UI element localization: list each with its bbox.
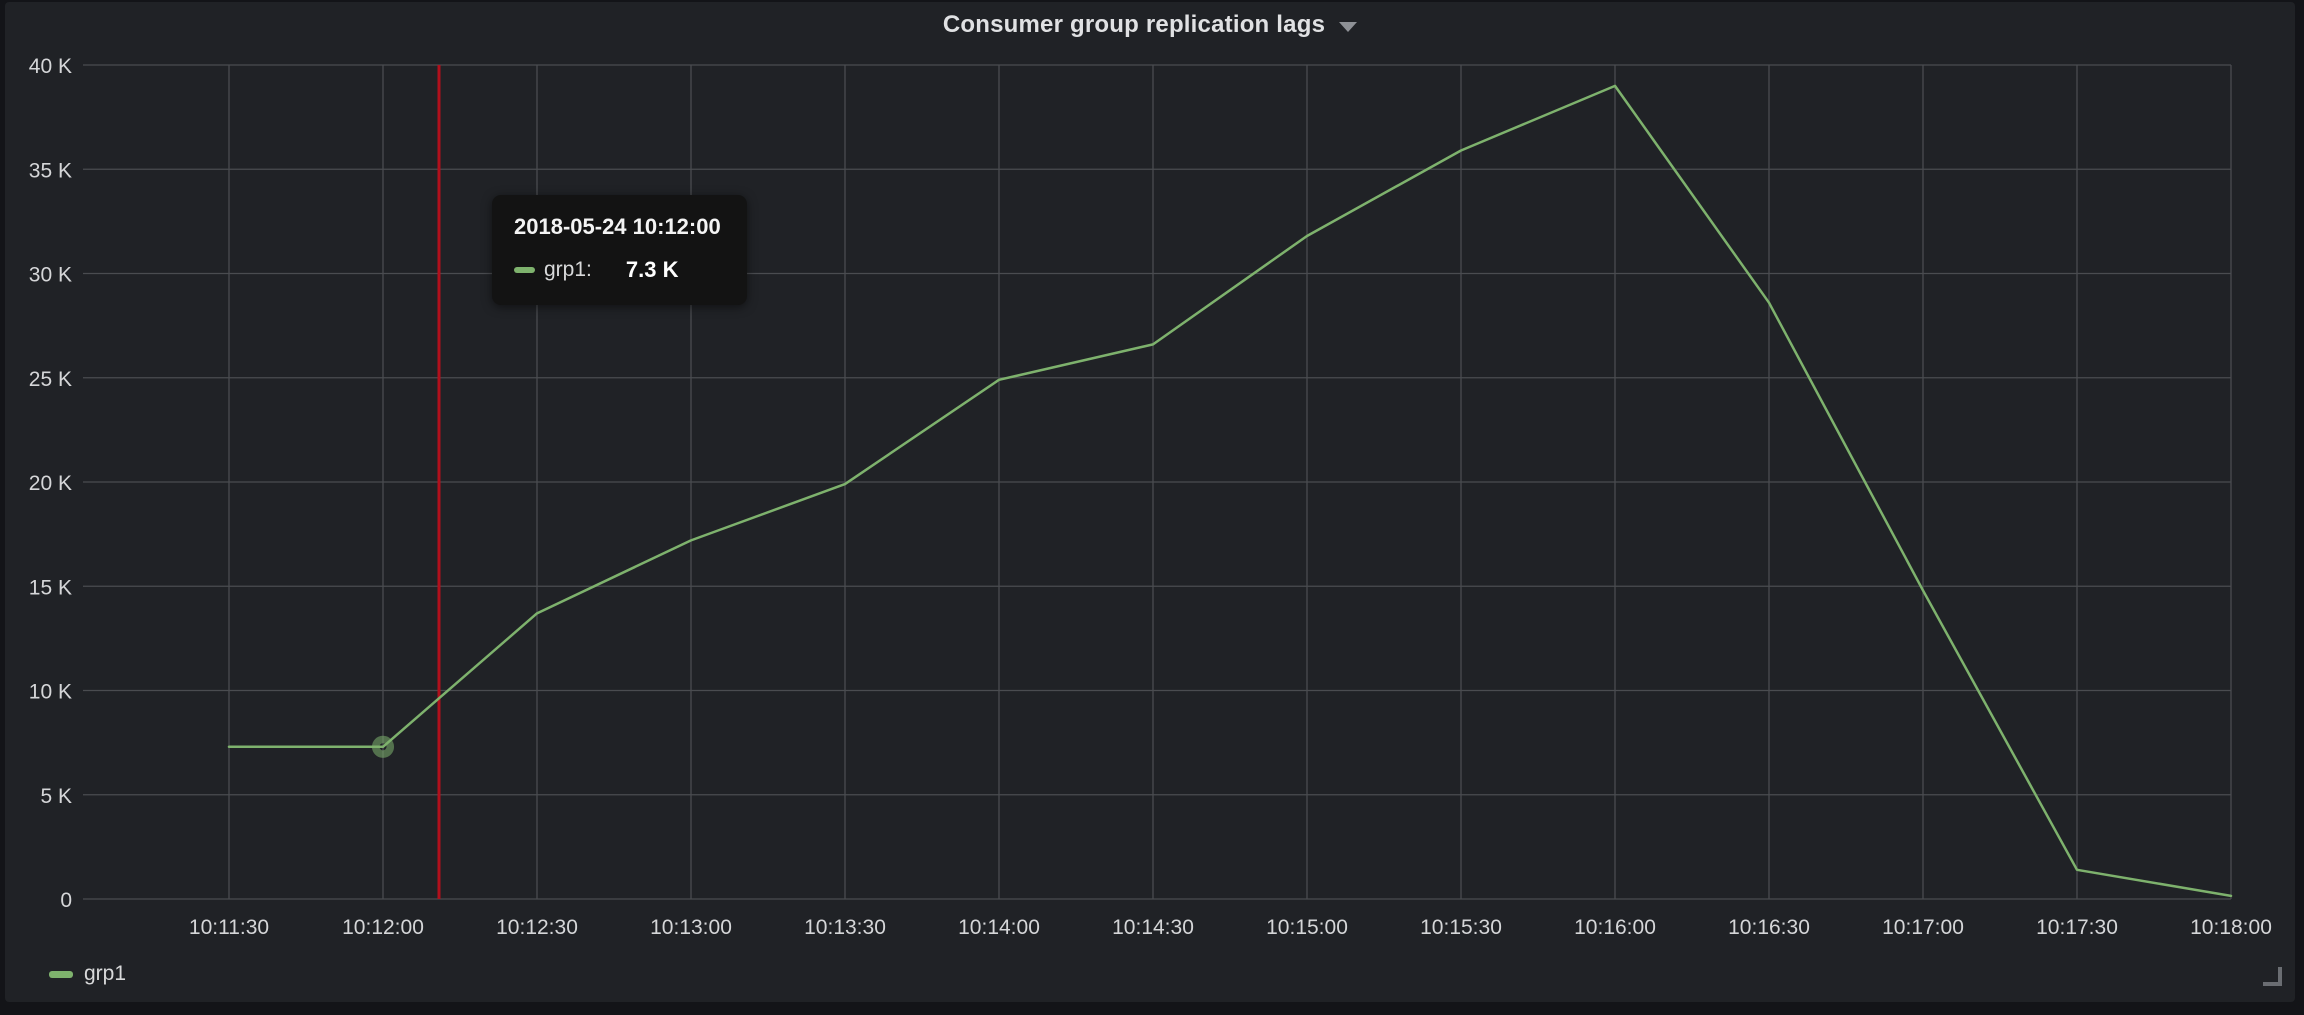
y-axis-tick-label: 30 K [29,264,72,287]
x-axis-tick-label: 10:13:30 [804,916,886,939]
panel-resize-handle[interactable] [2263,967,2282,986]
x-axis-tick-label: 10:15:30 [1420,916,1502,939]
x-axis-tick-label: 10:16:30 [1728,916,1810,939]
time-series-chart[interactable]: 0 5 K 10 K 15 K 20 K 25 K 30 K 35 K 40 K 10:11:30… [5,2,2304,1015]
y-axis-tick-label: 35 K [29,159,72,182]
graph-tooltip: 2018-05-24 10:12:00 grp1: 7.3 K [492,195,747,305]
x-axis-tick-label: 10:14:30 [1112,916,1194,939]
dashboard-page: Consumer group replication lags 05 K10 K… [0,0,2304,1013]
x-axis-tick-label: 10:12:30 [496,916,578,939]
y-axis-tick-label: 20 K [29,472,72,495]
x-axis-tick-label: 10:18:00 [2190,916,2272,939]
y-axis-tick-label: 40 K [29,55,72,78]
x-axis-tick-label: 10:13:00 [650,916,732,939]
legend-series-label[interactable]: grp1 [84,962,126,986]
x-axis-tick-label: 10:11:30 [189,916,269,939]
graph-panel: Consumer group replication lags 05 K10 K… [5,2,2295,1002]
tooltip-value: 7.3 K [626,257,679,283]
tooltip-timestamp: 2018-05-24 10:12:00 [514,214,721,240]
y-axis-tick-label: 0 [60,889,72,912]
y-axis-tick-label: 25 K [29,368,72,391]
series-color-dash-icon [514,267,535,273]
x-axis-tick-label: 10:16:00 [1574,916,1656,939]
legend-series-dash-icon[interactable] [49,971,73,978]
y-axis-tick-label: 10 K [29,681,72,704]
legend: grp1 [49,962,126,986]
tooltip-series-label: grp1: [544,258,592,282]
tooltip-series-row: grp1: 7.3 K [514,257,721,283]
x-axis-tick-label: 10:17:00 [1882,916,1964,939]
x-axis-tick-label: 10:17:30 [2036,916,2118,939]
x-axis-tick-label: 10:15:00 [1266,916,1348,939]
x-axis-tick-label: 10:14:00 [958,916,1040,939]
y-axis-tick-label: 15 K [29,576,72,599]
y-axis-tick-label: 5 K [40,785,72,808]
x-axis-tick-label: 10:12:00 [342,916,424,939]
